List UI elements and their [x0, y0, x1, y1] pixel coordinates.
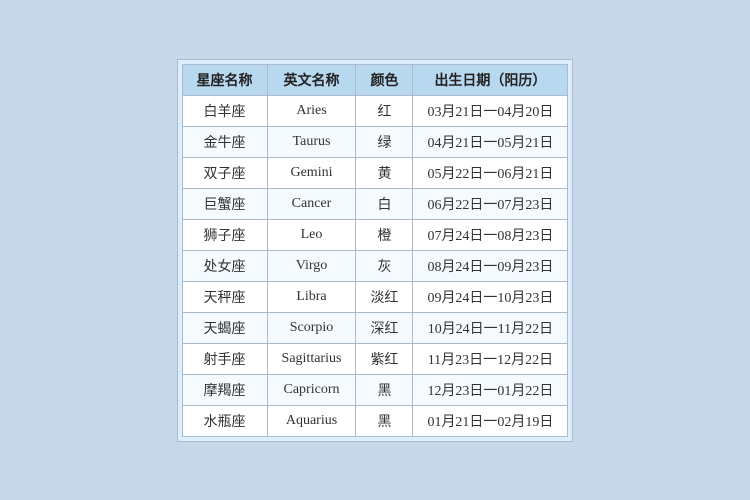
cell-english-name: Virgo	[267, 250, 356, 281]
cell-english-name: Taurus	[267, 126, 356, 157]
cell-english-name: Capricorn	[267, 374, 356, 405]
cell-dates: 06月22日一07月23日	[413, 188, 568, 219]
table-row: 射手座Sagittarius紫红11月23日一12月22日	[182, 343, 568, 374]
zodiac-table: 星座名称 英文名称 颜色 出生日期（阳历） 白羊座Aries红03月21日一04…	[182, 64, 569, 437]
cell-english-name: Libra	[267, 281, 356, 312]
cell-color: 深红	[356, 312, 413, 343]
cell-color: 白	[356, 188, 413, 219]
cell-chinese-name: 处女座	[182, 250, 267, 281]
cell-english-name: Aquarius	[267, 405, 356, 436]
cell-english-name: Cancer	[267, 188, 356, 219]
cell-chinese-name: 巨蟹座	[182, 188, 267, 219]
cell-dates: 10月24日一11月22日	[413, 312, 568, 343]
cell-dates: 07月24日一08月23日	[413, 219, 568, 250]
table-body: 白羊座Aries红03月21日一04月20日金牛座Taurus绿04月21日一0…	[182, 95, 568, 436]
cell-color: 紫红	[356, 343, 413, 374]
cell-dates: 12月23日一01月22日	[413, 374, 568, 405]
cell-chinese-name: 狮子座	[182, 219, 267, 250]
cell-dates: 05月22日一06月21日	[413, 157, 568, 188]
cell-english-name: Sagittarius	[267, 343, 356, 374]
cell-color: 淡红	[356, 281, 413, 312]
cell-color: 黄	[356, 157, 413, 188]
zodiac-table-container: 星座名称 英文名称 颜色 出生日期（阳历） 白羊座Aries红03月21日一04…	[177, 59, 574, 442]
table-row: 白羊座Aries红03月21日一04月20日	[182, 95, 568, 126]
header-color: 颜色	[356, 64, 413, 95]
header-chinese-name: 星座名称	[182, 64, 267, 95]
table-row: 天秤座Libra淡红09月24日一10月23日	[182, 281, 568, 312]
table-row: 双子座Gemini黄05月22日一06月21日	[182, 157, 568, 188]
table-row: 金牛座Taurus绿04月21日一05月21日	[182, 126, 568, 157]
cell-english-name: Scorpio	[267, 312, 356, 343]
cell-color: 红	[356, 95, 413, 126]
header-english-name: 英文名称	[267, 64, 356, 95]
table-row: 处女座Virgo灰08月24日一09月23日	[182, 250, 568, 281]
cell-dates: 09月24日一10月23日	[413, 281, 568, 312]
table-row: 狮子座Leo橙07月24日一08月23日	[182, 219, 568, 250]
cell-color: 黑	[356, 405, 413, 436]
cell-chinese-name: 摩羯座	[182, 374, 267, 405]
table-header-row: 星座名称 英文名称 颜色 出生日期（阳历）	[182, 64, 568, 95]
table-row: 天蝎座Scorpio深红10月24日一11月22日	[182, 312, 568, 343]
cell-chinese-name: 射手座	[182, 343, 267, 374]
cell-chinese-name: 天秤座	[182, 281, 267, 312]
cell-chinese-name: 双子座	[182, 157, 267, 188]
cell-english-name: Gemini	[267, 157, 356, 188]
cell-english-name: Aries	[267, 95, 356, 126]
cell-chinese-name: 水瓶座	[182, 405, 267, 436]
cell-dates: 01月21日一02月19日	[413, 405, 568, 436]
cell-english-name: Leo	[267, 219, 356, 250]
cell-chinese-name: 天蝎座	[182, 312, 267, 343]
cell-color: 绿	[356, 126, 413, 157]
cell-chinese-name: 白羊座	[182, 95, 267, 126]
cell-color: 黑	[356, 374, 413, 405]
cell-color: 灰	[356, 250, 413, 281]
cell-dates: 08月24日一09月23日	[413, 250, 568, 281]
header-dates: 出生日期（阳历）	[413, 64, 568, 95]
cell-dates: 11月23日一12月22日	[413, 343, 568, 374]
cell-dates: 04月21日一05月21日	[413, 126, 568, 157]
table-row: 摩羯座Capricorn黑12月23日一01月22日	[182, 374, 568, 405]
table-row: 水瓶座Aquarius黑01月21日一02月19日	[182, 405, 568, 436]
cell-chinese-name: 金牛座	[182, 126, 267, 157]
cell-color: 橙	[356, 219, 413, 250]
table-row: 巨蟹座Cancer白06月22日一07月23日	[182, 188, 568, 219]
cell-dates: 03月21日一04月20日	[413, 95, 568, 126]
